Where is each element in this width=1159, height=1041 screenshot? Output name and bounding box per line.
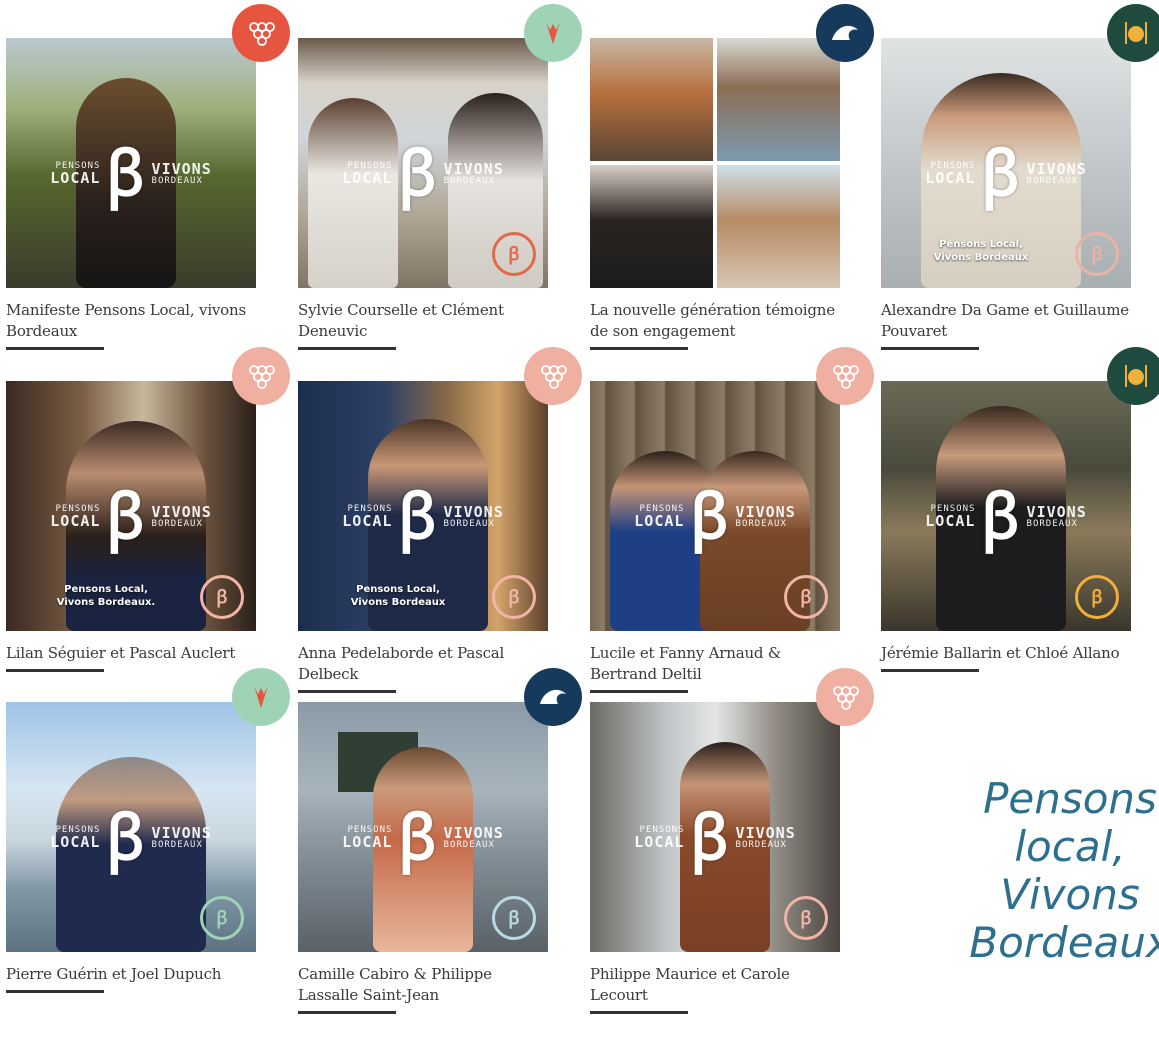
- title-underline: [298, 1011, 396, 1014]
- stamp-logo: ꞵ: [492, 232, 536, 276]
- title-underline: [590, 1011, 688, 1014]
- person-silhouette: [308, 98, 398, 288]
- video-card[interactable]: PENSONS LOCAL ꞵ VIVONS BORDEAUX ꞵ Sylvie C…: [298, 4, 582, 350]
- video-title[interactable]: Camille Cabiro & Philippe Lassalle Saint…: [298, 964, 548, 1006]
- video-thumbnail[interactable]: PENSONS LOCAL ꞵ VIVONS BORDEAUX ꞵ: [590, 702, 840, 952]
- video-banner: Pensons Local, Vivons Bordeaux.: [56, 584, 156, 608]
- video-card[interactable]: La nouvelle génération témoigne de son e…: [590, 4, 874, 350]
- video-title[interactable]: La nouvelle génération témoigne de son e…: [590, 300, 840, 342]
- video-card[interactable]: PENSONS LOCAL ꞵ VIVONS BORDEAUX Manifeste …: [6, 4, 290, 350]
- video-thumbnail[interactable]: PENSONS LOCAL ꞵ VIVONS BORDEAUX ꞵ: [298, 38, 548, 288]
- grape-icon[interactable]: [524, 347, 582, 405]
- video-thumbnail[interactable]: PENSONS LOCAL ꞵ VIVONS BORDEAUX Pensons Lo…: [881, 38, 1131, 288]
- video-title[interactable]: Lilan Séguier et Pascal Auclert: [6, 643, 256, 664]
- video-title[interactable]: Lucile et Fanny Arnaud & Bertrand Deltil: [590, 643, 840, 685]
- title-underline: [298, 690, 396, 693]
- video-banner: Pensons Local, Vivons Bordeaux: [933, 239, 1029, 263]
- video-tile: [717, 38, 840, 161]
- video-thumbnail[interactable]: PENSONS LOCAL ꞵ VIVONS BORDEAUX ꞵ: [298, 702, 548, 952]
- stamp-logo: ꞵ: [1075, 232, 1119, 276]
- video-tile: [717, 165, 840, 288]
- video-card[interactable]: PENSONS LOCAL ꞵ VIVONS BORDEAUX ꞵ Jérémie …: [881, 347, 1159, 672]
- title-underline: [881, 347, 979, 350]
- title-underline: [6, 669, 104, 672]
- stamp-logo: ꞵ: [492, 896, 536, 940]
- grape-icon[interactable]: [816, 347, 874, 405]
- person-silhouette: [56, 757, 206, 952]
- slogan-text: Pensons local, Vivons Bordeaux: [969, 774, 1159, 967]
- video-card[interactable]: PENSONS LOCAL ꞵ VIVONS BORDEAUX ꞵ Lucile e…: [590, 347, 874, 693]
- video-card[interactable]: PENSONS LOCAL ꞵ VIVONS BORDEAUX ꞵ Camille …: [298, 668, 582, 1014]
- video-card[interactable]: PENSONS LOCAL ꞵ VIVONS BORDEAUX ꞵ Philippe…: [590, 668, 874, 1014]
- stamp-logo: ꞵ: [784, 575, 828, 619]
- video-card[interactable]: PENSONS LOCAL ꞵ VIVONS BORDEAUX Pensons Lo…: [881, 4, 1159, 350]
- oyster-icon[interactable]: [232, 668, 290, 726]
- title-underline: [6, 347, 104, 350]
- stamp-logo: ꞵ: [200, 575, 244, 619]
- video-card[interactable]: PENSONS LOCAL ꞵ VIVONS BORDEAUX ꞵ Pierre G…: [6, 668, 290, 993]
- title-underline: [298, 347, 396, 350]
- stamp-logo: ꞵ: [200, 896, 244, 940]
- title-underline: [881, 669, 979, 672]
- video-title[interactable]: Jérémie Ballarin et Chloé Allano: [881, 643, 1131, 664]
- grape-icon[interactable]: [232, 4, 290, 62]
- video-thumbnail[interactable]: [590, 38, 840, 288]
- grape-icon[interactable]: [816, 668, 874, 726]
- grape-icon[interactable]: [232, 347, 290, 405]
- video-title[interactable]: Anna Pedelaborde et Pascal Delbeck: [298, 643, 548, 685]
- video-title[interactable]: Manifeste Pensons Local, vivons Bordeaux: [6, 300, 256, 342]
- wave-icon[interactable]: [524, 668, 582, 726]
- video-tile: [590, 165, 713, 288]
- video-thumbnail[interactable]: PENSONS LOCAL ꞵ VIVONS BORDEAUX ꞵ: [590, 381, 840, 631]
- title-underline: [590, 347, 688, 350]
- person-silhouette: [76, 78, 176, 288]
- plate-icon[interactable]: [1107, 4, 1159, 62]
- video-title[interactable]: Pierre Guérin et Joel Dupuch: [6, 964, 256, 985]
- video-tile: [590, 38, 713, 161]
- stamp-logo: ꞵ: [784, 896, 828, 940]
- video-thumbnail[interactable]: PENSONS LOCAL ꞵ VIVONS BORDEAUX ꞵ: [6, 702, 256, 952]
- person-silhouette: [373, 747, 473, 952]
- video-title[interactable]: Sylvie Courselle et Clément Deneuvic: [298, 300, 548, 342]
- video-gallery: PENSONS LOCAL ꞵ VIVONS BORDEAUX Manifeste …: [0, 0, 1159, 1041]
- person-silhouette: [680, 742, 770, 952]
- video-title[interactable]: Alexandre Da Game et Guillaume Pouvaret: [881, 300, 1131, 342]
- stamp-logo: ꞵ: [492, 575, 536, 619]
- title-underline: [6, 990, 104, 993]
- wave-icon[interactable]: [816, 4, 874, 62]
- stamp-logo: ꞵ: [1075, 575, 1119, 619]
- video-title[interactable]: Philippe Maurice et Carole Lecourt: [590, 964, 840, 1006]
- video-card[interactable]: PENSONS LOCAL ꞵ VIVONS BORDEAUX Pensons Lo…: [6, 347, 290, 672]
- title-underline: [590, 690, 688, 693]
- video-thumbnail[interactable]: PENSONS LOCAL ꞵ VIVONS BORDEAUX Pensons Lo…: [298, 381, 548, 631]
- plate-icon[interactable]: [1107, 347, 1159, 405]
- video-card[interactable]: PENSONS LOCAL ꞵ VIVONS BORDEAUX Pensons Lo…: [298, 347, 582, 693]
- video-thumbnail[interactable]: PENSONS LOCAL ꞵ VIVONS BORDEAUX: [6, 38, 256, 288]
- oyster-icon[interactable]: [524, 4, 582, 62]
- video-banner: Pensons Local, Vivons Bordeaux: [350, 584, 446, 608]
- video-thumbnail[interactable]: PENSONS LOCAL ꞵ VIVONS BORDEAUX ꞵ: [881, 381, 1131, 631]
- person-silhouette: [936, 406, 1066, 631]
- video-thumbnail[interactable]: PENSONS LOCAL ꞵ VIVONS BORDEAUX Pensons Lo…: [6, 381, 256, 631]
